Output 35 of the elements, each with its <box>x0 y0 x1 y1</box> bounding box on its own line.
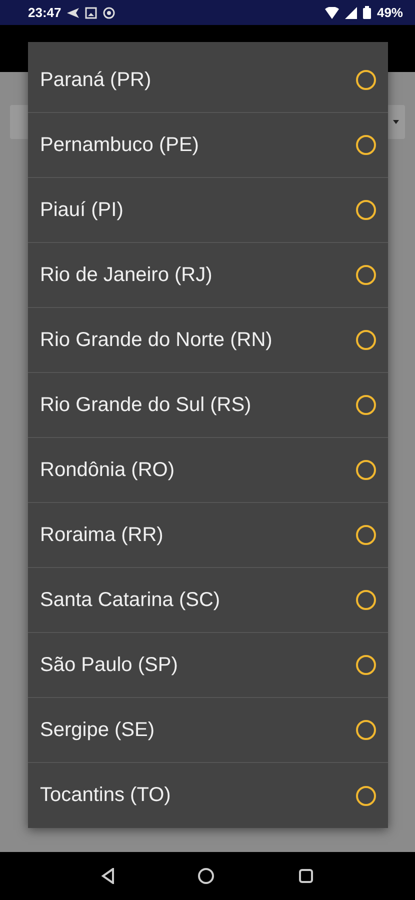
battery-percentage: 49% <box>376 5 403 20</box>
state-option[interactable]: Rio Grande do Norte (RN) <box>28 308 388 373</box>
state-option[interactable]: Rio de Janeiro (RJ) <box>28 243 388 308</box>
radio-button[interactable] <box>356 460 376 480</box>
image-icon <box>85 6 98 18</box>
radio-button[interactable] <box>356 786 376 806</box>
state-option[interactable]: Tocantins (TO) <box>28 763 388 828</box>
state-option[interactable]: São Paulo (SP) <box>28 633 388 698</box>
clock: 23:47 <box>28 5 62 20</box>
send-icon <box>67 8 80 18</box>
state-option[interactable]: Rondônia (RO) <box>28 438 388 503</box>
radio-button[interactable] <box>356 330 376 350</box>
state-option[interactable]: Pernambuco (PE) <box>28 113 388 178</box>
radio-button[interactable] <box>356 525 376 545</box>
back-icon[interactable] <box>101 868 116 884</box>
home-icon[interactable] <box>197 867 216 885</box>
caret-icon <box>393 120 399 124</box>
state-option[interactable]: Paraná (PR) <box>28 48 388 113</box>
radio-button[interactable] <box>356 655 376 675</box>
radio-button[interactable] <box>356 590 376 610</box>
state-option[interactable]: Rio Grande do Sul (RS) <box>28 373 388 438</box>
state-option[interactable]: Roraima (RR) <box>28 503 388 568</box>
state-option[interactable]: Sergipe (SE) <box>28 698 388 763</box>
radio-button[interactable] <box>356 265 376 285</box>
radio-button[interactable] <box>356 395 376 415</box>
radio-button[interactable] <box>356 135 376 155</box>
state-option[interactable]: Piauí (PI) <box>28 178 388 243</box>
wifi-icon <box>324 6 339 18</box>
radio-button[interactable] <box>356 200 376 220</box>
battery-icon <box>362 6 371 19</box>
recents-icon[interactable] <box>298 868 314 884</box>
radio-button[interactable] <box>356 720 376 740</box>
radio-button[interactable] <box>356 70 376 90</box>
state-option[interactable]: Santa Catarina (SC) <box>28 568 388 633</box>
signal-icon <box>344 6 357 18</box>
